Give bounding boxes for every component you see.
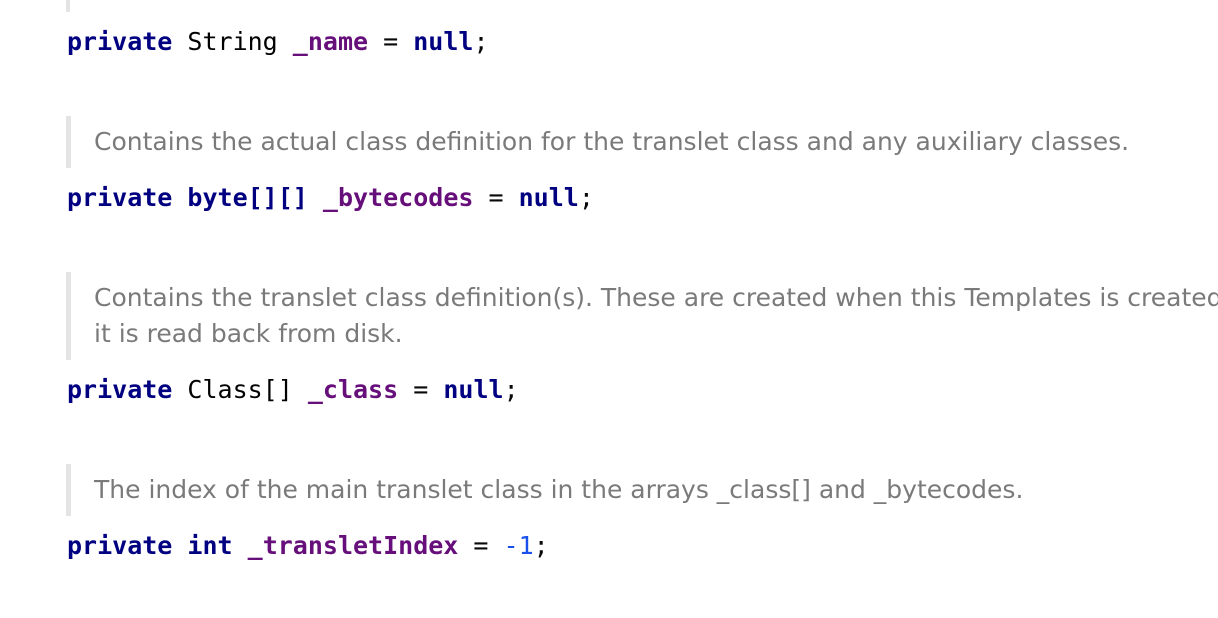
assign-operator: = — [473, 531, 489, 560]
type-name: int — [187, 531, 233, 560]
field-name: _bytecodes — [322, 183, 474, 212]
type-name: String — [187, 27, 278, 56]
javadoc-text: Contains the actual class definition for… — [94, 127, 1130, 156]
javadoc-block: Contains the actual class definition for… — [66, 116, 1129, 168]
value-literal: null — [413, 27, 474, 56]
field-name: _transletIndex — [247, 531, 459, 560]
value-literal: null — [443, 375, 504, 404]
field-declaration-translet-index[interactable]: private int _transletIndex = -1; — [67, 530, 549, 562]
javadoc-text: The index of the main translet class in … — [94, 475, 1024, 504]
javadoc-text-line-1: Contains the translet class definition(s… — [94, 283, 1218, 312]
assign-operator: = — [383, 27, 399, 56]
field-name: _name — [292, 27, 369, 56]
semicolon: ; — [533, 531, 549, 560]
field-declaration-bytecodes[interactable]: private byte[][] _bytecodes = null; — [67, 182, 594, 214]
field-declaration-name[interactable]: private String _name = null; — [67, 26, 489, 58]
modifier-keyword: private — [67, 375, 173, 404]
javadoc-text-line-2: it is read back from disk. — [94, 319, 403, 348]
value-literal: null — [518, 183, 579, 212]
semicolon: ; — [578, 183, 594, 212]
javadoc-block: The index of the main translet class in … — [66, 464, 1023, 516]
semicolon: ; — [473, 27, 489, 56]
type-name: byte[][] — [187, 183, 308, 212]
modifier-keyword: private — [67, 183, 173, 212]
doc-bar-fragment — [66, 0, 70, 12]
semicolon: ; — [503, 375, 519, 404]
modifier-keyword: private — [67, 27, 173, 56]
modifier-keyword: private — [67, 531, 173, 560]
assign-operator: = — [488, 183, 504, 212]
javadoc-block: Contains the translet class definition(s… — [66, 272, 1218, 360]
code-editor[interactable]: private String _name = null; Contains th… — [0, 0, 1218, 618]
type-name: Class[] — [187, 375, 293, 404]
assign-operator: = — [413, 375, 429, 404]
value-literal: -1 — [503, 531, 534, 560]
field-name: _class — [307, 375, 399, 404]
field-declaration-class[interactable]: private Class[] _class = null; — [67, 374, 519, 406]
